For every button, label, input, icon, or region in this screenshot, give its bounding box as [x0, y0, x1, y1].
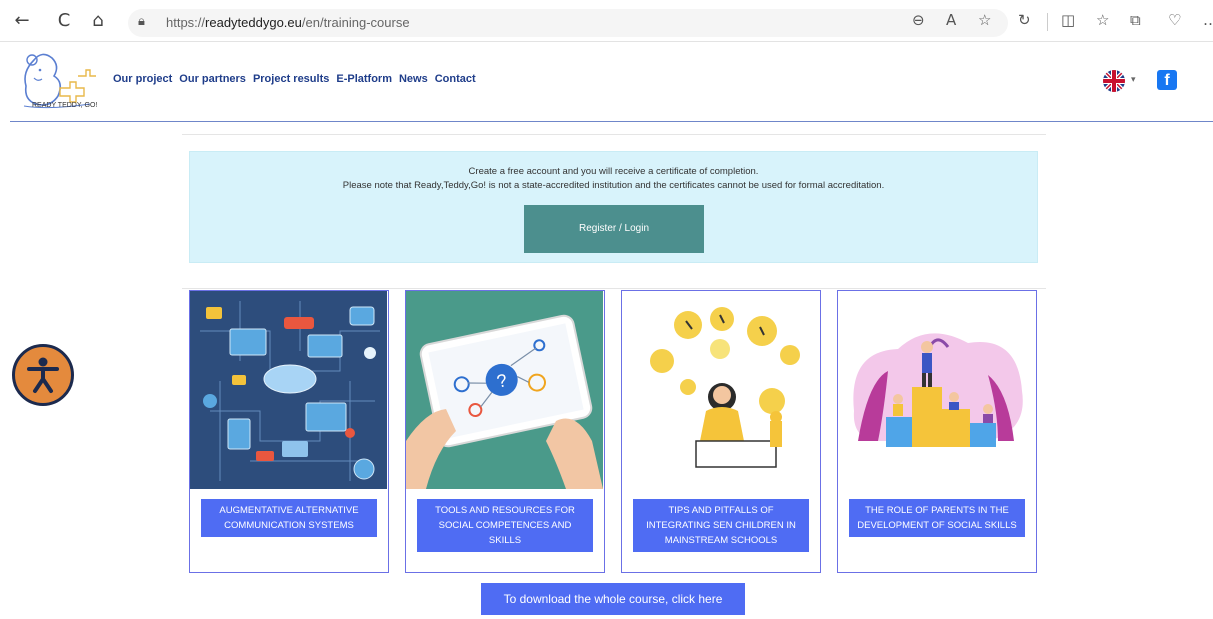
home-icon[interactable]: ⌂ [86, 9, 110, 33]
browser-essentials-icon[interactable]: ♡ [1168, 11, 1181, 29]
tablet-hands-illustration: ? [406, 291, 603, 489]
read-aloud-icon[interactable]: A [946, 11, 956, 29]
url-text[interactable]: https://readyteddygo.eu/en/training-cour… [166, 15, 410, 30]
divider [182, 134, 1046, 135]
lock-icon: 🔒︎ [138, 14, 145, 29]
course-card[interactable]: TIPS AND PITFALLS OF INTEGRATING SEN CHI… [621, 290, 821, 573]
collections-icon[interactable]: ⧉ [1130, 11, 1141, 29]
nav-our-project[interactable]: Our project [113, 73, 172, 85]
nav-project-results[interactable]: Project results [253, 73, 329, 85]
accessibility-icon[interactable] [12, 344, 74, 406]
course-card[interactable]: ? TOOLS AND RESOURCES FOR SOCIAL COMPETE… [405, 290, 605, 573]
zoom-icon[interactable]: ⊖ [912, 11, 925, 29]
facebook-icon[interactable]: f [1157, 70, 1177, 90]
favorites-list-icon[interactable]: ☆ [1096, 11, 1109, 29]
course-card[interactable]: THE ROLE OF PARENTS IN THE DEVELOPMENT O… [837, 290, 1037, 573]
certificate-info-box: Create a free account and you will recei… [189, 151, 1038, 263]
course-title-button[interactable]: THE ROLE OF PARENTS IN THE DEVELOPMENT O… [849, 499, 1025, 537]
aac-communication-illustration [190, 291, 387, 489]
register-login-button[interactable]: Register / Login [524, 205, 704, 253]
toolbar-divider [1047, 13, 1048, 31]
course-title-button[interactable]: TIPS AND PITFALLS OF INTEGRATING SEN CHI… [633, 499, 809, 552]
course-card[interactable]: AUGMENTATIVE ALTERNATIVE COMMUNICATION S… [189, 290, 389, 573]
parents-development-illustration [838, 291, 1035, 489]
address-bar[interactable]: 🔒︎ https://readyteddygo.eu/en/training-c… [128, 9, 1008, 37]
logo-text: READY TEDDY, GO! [32, 102, 98, 109]
extension-icon[interactable]: ↻ [1018, 11, 1031, 29]
course-title-button[interactable]: AUGMENTATIVE ALTERNATIVE COMMUNICATION S… [201, 499, 377, 537]
download-course-button[interactable]: To download the whole course, click here [481, 583, 745, 615]
thinking-student-illustration [622, 291, 819, 489]
back-icon[interactable]: ← [10, 9, 34, 33]
browser-toolbar: ← C ⌂ 🔒︎ https://readyteddygo.eu/en/trai… [0, 0, 1213, 42]
more-menu-icon[interactable]: … [1203, 11, 1213, 29]
info-line-2: Please note that Ready,Teddy,Go! is not … [342, 180, 885, 191]
nav-e-platform[interactable]: E-Platform [336, 73, 392, 85]
refresh-icon[interactable]: C [52, 9, 76, 33]
favorite-star-icon[interactable]: ☆ [978, 11, 991, 29]
uk-flag-icon[interactable] [1103, 70, 1125, 92]
info-line-1: Create a free account and you will recei… [468, 166, 759, 177]
nav-contact[interactable]: Contact [435, 73, 476, 85]
nav-news[interactable]: News [399, 73, 428, 85]
course-title-button[interactable]: TOOLS AND RESOURCES FOR SOCIAL COMPETENC… [417, 499, 593, 552]
site-header: READY TEDDY, GO! Our project Our partner… [10, 42, 1213, 122]
split-screen-icon[interactable]: ◫ [1061, 11, 1075, 29]
language-caret-icon[interactable]: ▾ [1131, 74, 1136, 85]
divider [182, 288, 1046, 289]
nav-our-partners[interactable]: Our partners [179, 73, 246, 85]
main-nav: Our project Our partners Project results… [113, 73, 483, 85]
